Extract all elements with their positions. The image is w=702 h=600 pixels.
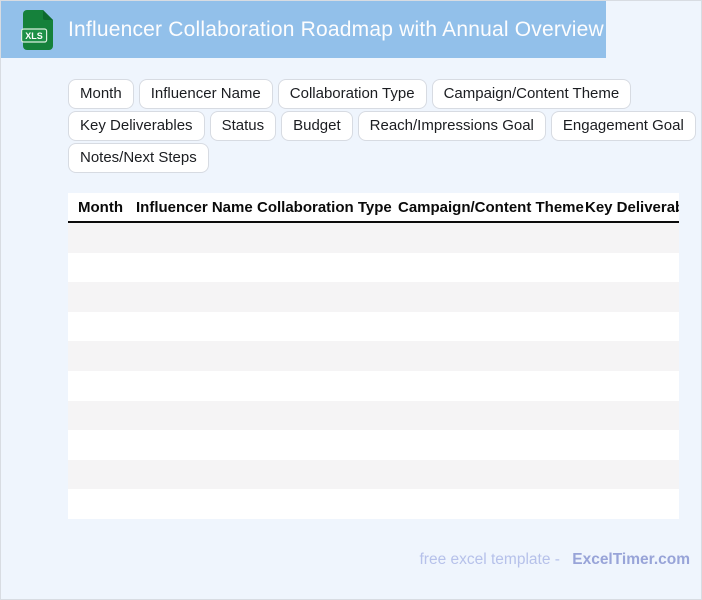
- table-row: [68, 370, 679, 401]
- footer-brand-link[interactable]: ExcelTimer.com: [572, 551, 690, 568]
- chip-influencer-name[interactable]: Influencer Name: [138, 79, 273, 109]
- table-row: [68, 252, 679, 283]
- xls-file-icon: XLS: [21, 10, 53, 50]
- table-body: [68, 223, 679, 519]
- chip-budget[interactable]: Budget: [281, 111, 353, 141]
- chip-row-2: Key Deliverables Status Budget Reach/Imp…: [68, 111, 696, 141]
- chip-notes-next-steps[interactable]: Notes/Next Steps: [68, 143, 209, 173]
- table-row: [68, 489, 679, 519]
- table-row: [68, 223, 679, 253]
- column-header-influencer-name: Influencer Name: [136, 198, 253, 216]
- page-title: Influencer Collaboration Roadmap with An…: [68, 17, 604, 41]
- table-row: [68, 341, 679, 371]
- chip-key-deliverables[interactable]: Key Deliverables: [68, 111, 205, 141]
- header-band: XLS Influencer Collaboration Roadmap wit…: [1, 1, 606, 58]
- template-preview-page: XLS Influencer Collaboration Roadmap wit…: [0, 0, 702, 600]
- table-row: [68, 282, 679, 312]
- table-header-row: Month Influencer Name Collaboration Type…: [68, 193, 679, 223]
- table-row: [68, 400, 679, 431]
- chip-collaboration-type[interactable]: Collaboration Type: [277, 79, 427, 109]
- xls-icon-label: XLS: [25, 31, 43, 41]
- keyword-chips: Month Influencer Name Collaboration Type…: [68, 79, 696, 175]
- chip-campaign-content-theme[interactable]: Campaign/Content Theme: [431, 79, 632, 109]
- column-header-collaboration-type: Collaboration Type: [257, 198, 392, 216]
- table-row: [68, 430, 679, 460]
- column-header-key-deliverables: Key Deliverables: [585, 198, 679, 216]
- chip-reach-impressions-goal[interactable]: Reach/Impressions Goal: [357, 111, 546, 141]
- spreadsheet-preview-table: Month Influencer Name Collaboration Type…: [68, 193, 679, 519]
- column-header-month: Month: [78, 198, 123, 216]
- chip-month[interactable]: Month: [68, 79, 134, 109]
- chip-status[interactable]: Status: [209, 111, 277, 141]
- chip-row-1: Month Influencer Name Collaboration Type…: [68, 79, 683, 109]
- table-row: [68, 459, 679, 490]
- table-row: [68, 311, 679, 342]
- chip-engagement-goal[interactable]: Engagement Goal: [550, 111, 696, 141]
- column-header-campaign-content-theme: Campaign/Content Theme: [398, 198, 584, 216]
- footer: free excel template - ExcelTimer.com: [419, 551, 690, 569]
- footer-text: free excel template -: [419, 551, 560, 568]
- chip-row-3: Notes/Next Steps: [68, 143, 683, 173]
